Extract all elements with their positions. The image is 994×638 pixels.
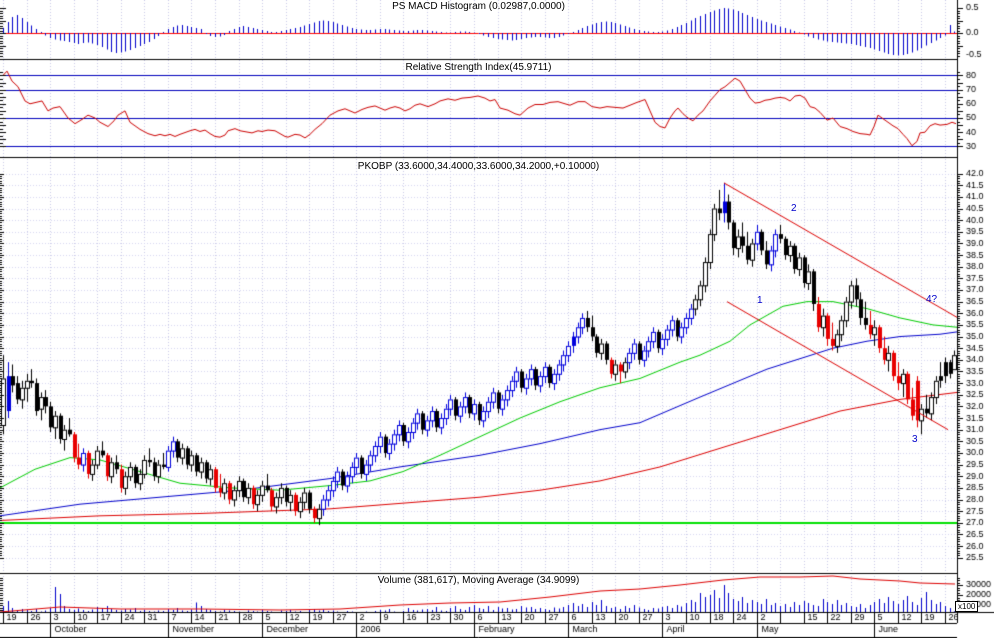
metastock-chart-window: PS MACD Histogram (0.02987,0.0000) Relat…: [0, 0, 994, 638]
volume-unit-badge: x100: [955, 601, 979, 612]
trend-annotation-2[interactable]: 2: [791, 203, 797, 214]
trend-annotation-1[interactable]: 1: [757, 295, 763, 306]
chart-canvas[interactable]: [0, 0, 994, 638]
trend-annotation-4[interactable]: 4?: [926, 294, 937, 305]
trend-annotation-3[interactable]: 3: [912, 434, 918, 445]
